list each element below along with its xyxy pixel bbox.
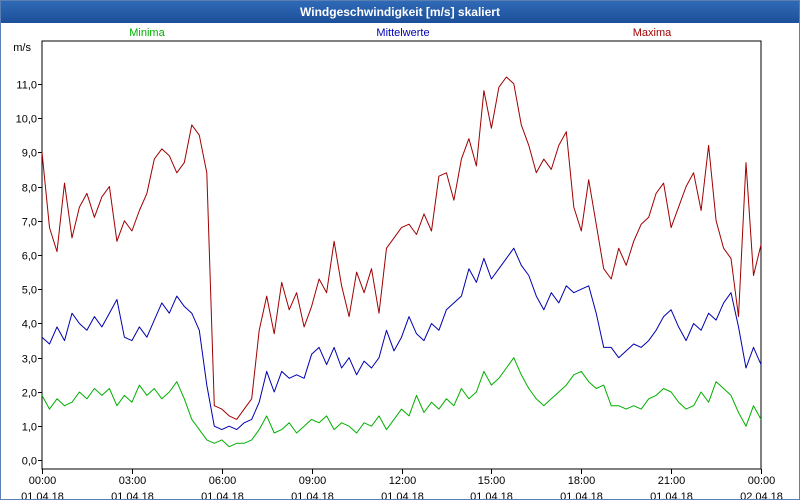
x-tick-time: 03:00 [119, 475, 147, 487]
y-tick-label: 9,0 [22, 148, 37, 160]
y-tick-label: 4,0 [22, 319, 37, 331]
y-tick-label: 3,0 [22, 354, 37, 366]
plot-area [41, 40, 762, 470]
chart-window: Windgeschwindigkeit [m/s] skaliert 0,0 1,… [0, 0, 800, 500]
y-tick-label: 8,0 [22, 183, 37, 195]
legend-mittelwerte: Mittelwerte [376, 27, 429, 39]
x-tick-date: 01.04.18 [470, 491, 513, 499]
x-tick-time: 09:00 [299, 475, 327, 487]
legend-maxima: Maxima [633, 27, 672, 39]
x-tick-time: 00:00 [748, 475, 776, 487]
x-tick-date: 02.04.18 [740, 491, 783, 499]
x-tick-time: 21:00 [658, 475, 686, 487]
x-tick-date: 01.04.18 [560, 491, 603, 499]
axes: 0,0 1,0 2,0 3,0 4,0 5,0 6,0 7,0 8,0 9,0 10,0 11,0 m/… [13, 40, 783, 499]
x-tick-date: 01.04.18 [21, 491, 64, 499]
x-tick-time: 00:00 [29, 475, 57, 487]
x-tick-date: 01.04.18 [381, 491, 424, 499]
x-tick-date: 01.04.18 [201, 491, 244, 499]
y-tick-label: 0,0 [22, 456, 37, 468]
x-tick-time: 12:00 [389, 475, 417, 487]
y-axis-label: m/s [13, 42, 31, 54]
y-tick-label: 11,0 [16, 80, 37, 92]
y-tick-label: 7,0 [22, 217, 37, 229]
legend-minima: Minima [129, 27, 165, 39]
y-tick-label: 1,0 [22, 422, 37, 434]
chart-title: Windgeschwindigkeit [m/s] skaliert [1, 1, 799, 23]
line-chart: 0,0 1,0 2,0 3,0 4,0 5,0 6,0 7,0 8,0 9,0 10,0 11,0 m/… [13, 27, 783, 499]
x-tick-time: 18:00 [568, 475, 596, 487]
legend: Minima Mittelwerte Maxima [129, 27, 672, 39]
x-tick-time: 06:00 [209, 475, 237, 487]
x-tick-date: 01.04.18 [650, 491, 693, 499]
y-tick-label: 10,0 [16, 114, 37, 126]
y-tick-label: 5,0 [22, 285, 37, 297]
x-tick-time: 15:00 [478, 475, 506, 487]
y-tick-label: 2,0 [22, 388, 37, 400]
x-tick-date: 01.04.18 [111, 491, 154, 499]
y-tick-label: 6,0 [22, 251, 37, 263]
x-tick-date: 01.04.18 [291, 491, 334, 499]
